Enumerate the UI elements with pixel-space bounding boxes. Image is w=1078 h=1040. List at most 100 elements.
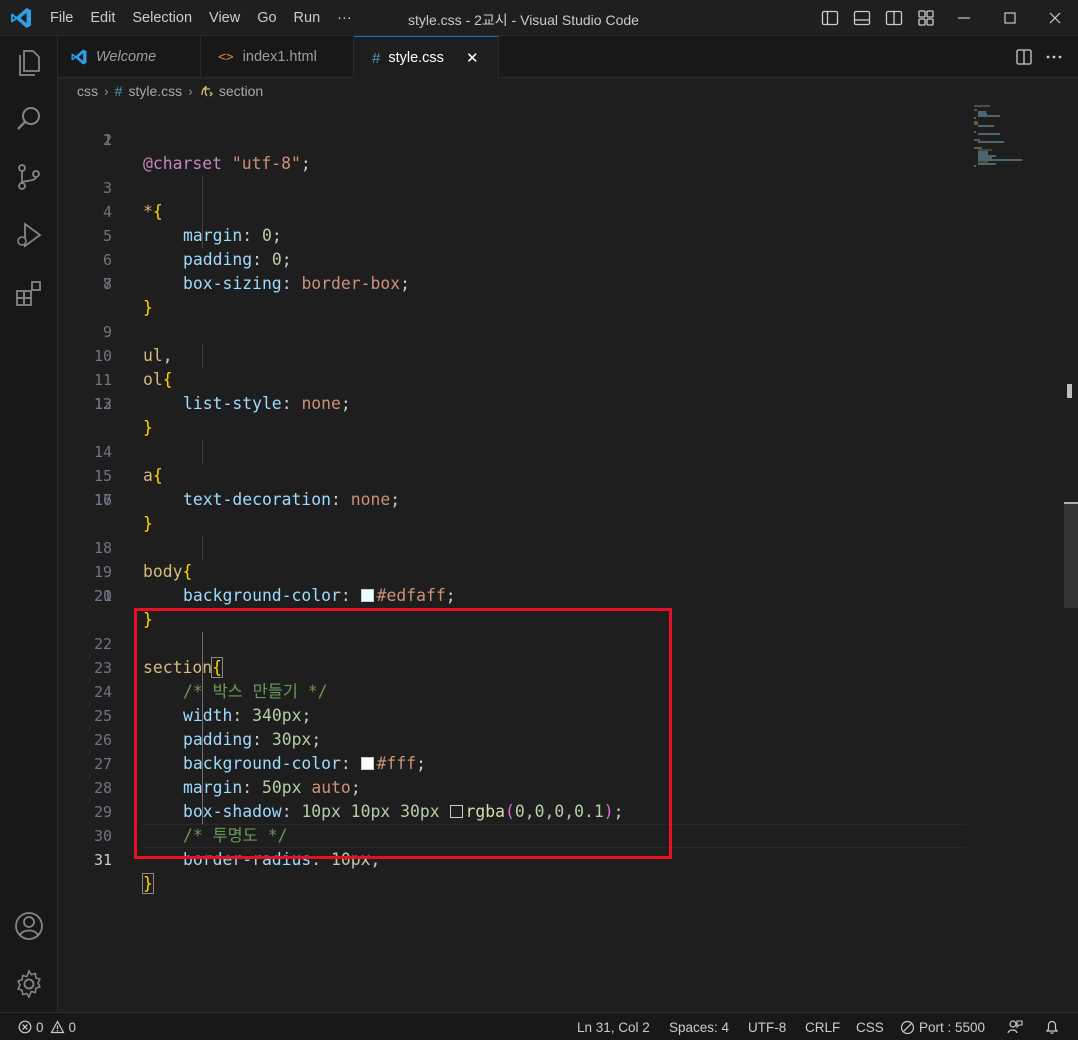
maximize-icon xyxy=(1004,12,1016,24)
warning-icon xyxy=(50,1020,65,1034)
code-line: 12 } xyxy=(58,368,978,437)
code-line: 18 body{ xyxy=(58,512,978,581)
highlight-box xyxy=(134,608,672,859)
end-of-line[interactable]: CRLF xyxy=(805,1013,840,1040)
css-hash-icon: # xyxy=(372,49,381,67)
code-line: 11 list-style: none; xyxy=(58,344,978,413)
code-line: 17 xyxy=(58,488,978,512)
code-line: 6 box-sizing: border-box; xyxy=(58,224,978,293)
chevron-right-icon: › xyxy=(104,83,109,99)
minimap[interactable] xyxy=(970,104,1030,174)
line-number: 2 xyxy=(102,131,112,149)
code-line: 13 xyxy=(58,392,978,416)
notifications-bell-icon[interactable] xyxy=(1044,1019,1060,1035)
code-line: 19 background-color: #edfaff; xyxy=(58,536,978,605)
code-line: 20 } xyxy=(58,560,978,629)
port-label: Port : 5500 xyxy=(919,1019,986,1035)
live-server-port[interactable]: Port : 5500 xyxy=(900,1013,985,1040)
code-line: 9 ul, xyxy=(58,296,978,365)
scrollbar-marker xyxy=(1067,384,1072,398)
editor-actions xyxy=(1014,47,1064,67)
menu-edit[interactable]: Edit xyxy=(90,10,115,26)
close-icon xyxy=(1049,12,1061,24)
code-line: 7 } xyxy=(58,248,978,317)
settings-gear-icon[interactable] xyxy=(13,968,45,1000)
warning-count: 0 xyxy=(68,1019,77,1035)
line-number: 21 xyxy=(93,587,112,605)
title-bar: File Edit Selection View Go Run ··· styl… xyxy=(0,0,1078,36)
split-editor-icon[interactable] xyxy=(1014,47,1034,67)
feedback-icon[interactable] xyxy=(1007,1019,1023,1035)
language-mode[interactable]: CSS xyxy=(856,1013,884,1040)
menu-view[interactable]: View xyxy=(209,10,240,26)
status-bar: 0 0 Ln 31, Col 2 Spaces: 4 UTF-8 CRLF CS… xyxy=(0,1012,1078,1040)
code-line: 21 xyxy=(58,584,978,608)
toggle-primary-sidebar-icon[interactable] xyxy=(820,8,840,28)
line-number: 8 xyxy=(102,275,112,293)
window-title: style.css - 2교시 - Visual Studio Code xyxy=(408,12,639,28)
source-control-icon[interactable] xyxy=(13,161,45,193)
breadcrumb-folder[interactable]: css xyxy=(77,83,98,99)
chevron-right-icon: › xyxy=(188,83,193,99)
tab-style-css[interactable]: # style.css ✕ xyxy=(354,36,499,79)
close-tab-icon[interactable]: ✕ xyxy=(466,49,479,67)
code-line: 14 a{ xyxy=(58,416,978,485)
code-line: 15 text-decoration: none; xyxy=(58,440,978,509)
search-icon[interactable] xyxy=(13,103,45,135)
circle-slash-icon xyxy=(900,1020,915,1034)
accounts-icon[interactable] xyxy=(13,910,45,942)
close-window-button[interactable] xyxy=(1032,0,1078,36)
breadcrumb: css › # style.css › section xyxy=(58,78,1078,104)
cursor-position[interactable]: Ln 31, Col 2 xyxy=(577,1013,650,1040)
menu-more[interactable]: ··· xyxy=(337,10,352,26)
editor-scrollbar[interactable] xyxy=(1064,104,1078,1012)
customize-layout-icon[interactable] xyxy=(916,8,936,28)
menu-selection[interactable]: Selection xyxy=(132,10,192,26)
toggle-panel-icon[interactable] xyxy=(852,8,872,28)
problems-indicator[interactable]: 0 0 xyxy=(18,1013,76,1040)
code-line: 1 @charset "utf-8"; xyxy=(58,104,978,173)
tab-index1-label: index1.html xyxy=(242,49,317,65)
breadcrumb-symbol[interactable]: section xyxy=(219,83,263,99)
tab-style-label: style.css xyxy=(388,50,444,66)
breadcrumb-file[interactable]: style.css xyxy=(128,83,182,99)
html-icon: <> xyxy=(218,49,234,65)
editor-tab-bar: Welcome <> index1.html # style.css ✕ xyxy=(58,36,1078,79)
symbol-selector-icon xyxy=(201,85,213,97)
code-editor[interactable]: 1 @charset "utf-8"; 2 3 *{ 4 margin: 0; … xyxy=(58,104,1078,1012)
indentation[interactable]: Spaces: 4 xyxy=(669,1013,729,1040)
activity-bar xyxy=(0,36,58,1012)
css-hash-icon: # xyxy=(114,83,123,99)
scrollbar-thumb[interactable] xyxy=(1064,502,1078,608)
code-line: 3 *{ xyxy=(58,152,978,221)
toggle-secondary-sidebar-icon[interactable] xyxy=(884,8,904,28)
extensions-icon[interactable] xyxy=(13,278,45,310)
tab-welcome[interactable]: Welcome xyxy=(58,36,201,78)
line-number: 31 xyxy=(93,851,112,869)
error-icon xyxy=(18,1020,32,1034)
code-line: 16 } xyxy=(58,464,978,533)
code-line: 2 xyxy=(58,128,978,152)
code-line: 8 xyxy=(58,272,978,296)
minimize-icon xyxy=(958,17,970,19)
error-count: 0 xyxy=(36,1019,44,1035)
encoding[interactable]: UTF-8 xyxy=(748,1013,786,1040)
code-line: 5 padding: 0; xyxy=(58,200,978,269)
menu-bar: File Edit Selection View Go Run ··· xyxy=(50,0,369,36)
maximize-button[interactable] xyxy=(987,0,1033,36)
more-actions-icon[interactable] xyxy=(1044,47,1064,67)
menu-file[interactable]: File xyxy=(50,10,73,26)
line-number: 13 xyxy=(93,395,112,413)
vscode-logo-icon xyxy=(11,8,31,28)
tab-index1-html[interactable]: <> index1.html xyxy=(201,36,354,78)
code-line: 10 ol{ xyxy=(58,320,978,389)
run-and-debug-icon[interactable] xyxy=(13,219,45,251)
tab-welcome-label: Welcome xyxy=(96,49,157,65)
menu-run[interactable]: Run xyxy=(294,10,321,26)
menu-go[interactable]: Go xyxy=(257,10,276,26)
explorer-icon[interactable] xyxy=(13,46,45,78)
minimize-button[interactable] xyxy=(941,0,987,36)
line-number: 17 xyxy=(93,491,112,509)
layout-controls xyxy=(820,8,948,28)
code-line: 4 margin: 0; xyxy=(58,176,978,245)
